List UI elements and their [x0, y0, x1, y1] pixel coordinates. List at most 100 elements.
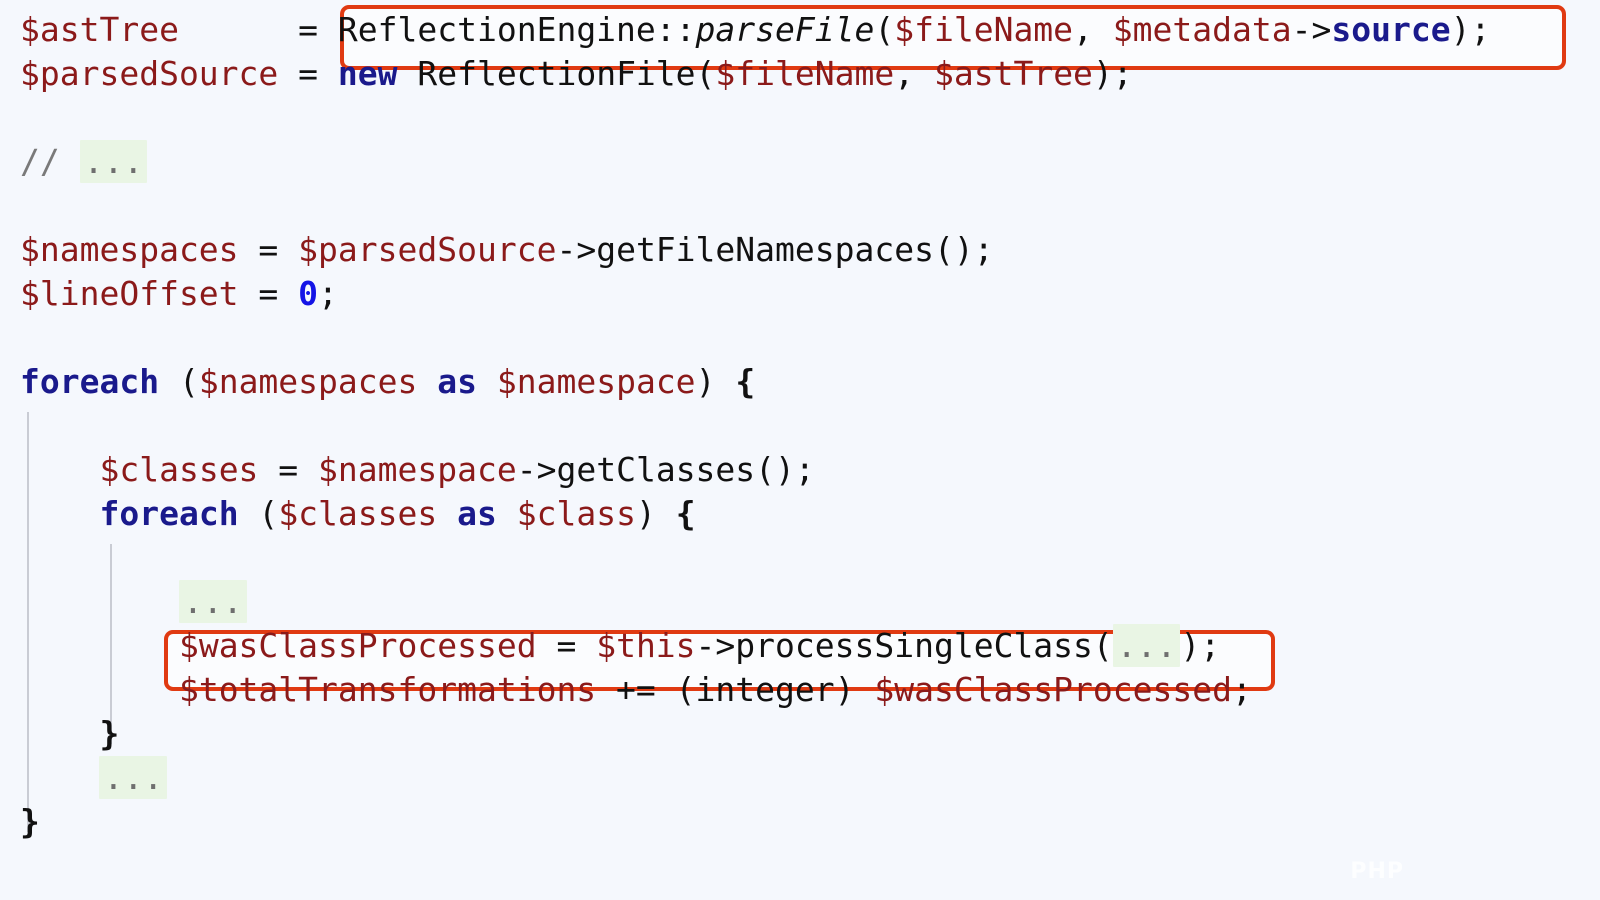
code-token: ( — [238, 494, 279, 533]
code-token: ) — [695, 362, 736, 401]
code-token: $wasClassProcessed — [178, 626, 557, 665]
code-token: $totalTransformations — [178, 670, 617, 709]
code-token: // — [20, 142, 80, 181]
code-token: } — [20, 802, 40, 841]
code-token: ); — [1180, 626, 1221, 665]
code-token: ) — [635, 494, 676, 533]
code-token: = — [298, 10, 338, 49]
code-line: $totalTransformations += (integer) $wasC… — [20, 668, 1490, 712]
code-token: $wasClassProcessed — [874, 670, 1232, 709]
code-token: $lineOffset — [20, 274, 259, 313]
code-token: ReflectionEngine — [337, 10, 656, 49]
code-token: $metadata — [1112, 10, 1292, 49]
code-token: ); — [1092, 54, 1133, 93]
code-token: += — [616, 670, 676, 709]
code-token: -> — [695, 626, 736, 665]
code-token: (integer) — [675, 670, 855, 709]
code-token: $namespaces — [198, 362, 418, 401]
code-token: $classes — [278, 494, 438, 533]
code-token: = — [298, 54, 338, 93]
code-token: $fileName — [715, 54, 895, 93]
code-token: $class — [516, 494, 636, 533]
code-line: foreach ($namespaces as $namespace) { — [20, 360, 1490, 404]
elided-code-token: ... — [1112, 624, 1181, 667]
code-token: , — [1073, 10, 1113, 49]
code-token: -> — [516, 450, 557, 489]
code-line: $classes = $namespace->getClasses(); — [20, 448, 1490, 492]
code-token: ; — [1231, 670, 1252, 709]
code-token: ; — [318, 274, 338, 313]
code-token: $parsedSource — [298, 230, 557, 269]
code-token: -> — [1291, 10, 1332, 49]
code-token: $astTree — [20, 10, 299, 49]
code-token: source — [1331, 10, 1451, 49]
code-token: $parsedSource — [20, 54, 299, 93]
code-token: ReflectionFile — [417, 54, 696, 93]
code-line: } — [20, 800, 1490, 844]
code-listing: $astTree = ReflectionEngine::parseFile($… — [20, 8, 1490, 844]
code-token: } — [99, 714, 120, 753]
code-line: ... — [20, 756, 1490, 800]
code-line: foreach ($classes as $class) { — [20, 492, 1490, 536]
code-token: getFileNamespaces — [596, 230, 934, 269]
code-line: $lineOffset = 0; — [20, 272, 1490, 316]
code-line: // ... — [20, 140, 1490, 184]
code-token: :: — [655, 10, 696, 49]
code-token: as — [457, 494, 497, 533]
code-token: $classes — [99, 450, 279, 489]
code-token: foreach — [99, 494, 239, 533]
code-token: (); — [933, 230, 994, 269]
code-token: as — [437, 362, 477, 401]
code-token: (); — [755, 450, 815, 489]
code-token: parseFile — [695, 10, 875, 49]
code-token: { — [735, 362, 756, 401]
code-line: $parsedSource = new ReflectionFile($file… — [20, 52, 1490, 96]
code-token: ( — [695, 54, 716, 93]
code-line: $astTree = ReflectionEngine::parseFile($… — [20, 8, 1490, 52]
code-token: foreach — [20, 362, 160, 401]
code-line: $wasClassProcessed = $this->processSingl… — [20, 624, 1490, 668]
code-token: getClasses — [556, 450, 756, 489]
watermark-label: PHP — [1350, 859, 1404, 884]
code-token: ( — [1092, 626, 1113, 665]
code-token: $astTree — [933, 54, 1093, 93]
code-token: ( — [874, 10, 895, 49]
elided-code-token: ... — [178, 580, 247, 623]
code-line: ... — [20, 580, 1490, 624]
code-token: $namespace — [318, 450, 517, 489]
code-line: } — [20, 712, 1490, 756]
code-token: , — [894, 54, 934, 93]
elided-code-token: ... — [99, 756, 168, 799]
code-token: = — [258, 274, 299, 313]
code-token: $this — [596, 626, 696, 665]
code-token: -> — [556, 230, 597, 269]
code-token: $fileName — [894, 10, 1074, 49]
elided-code-token: ... — [79, 140, 148, 183]
code-token: new — [337, 54, 398, 93]
code-token: = — [258, 230, 299, 269]
code-token: = — [278, 450, 319, 489]
code-token: processSingleClass — [735, 626, 1093, 665]
code-token: $namespace — [496, 362, 696, 401]
code-line: $namespaces = $parsedSource->getFileName… — [20, 228, 1490, 272]
code-token: 0 — [298, 274, 319, 313]
code-token: = — [556, 626, 597, 665]
code-screenshot-surface: $astTree = ReflectionEngine::parseFile($… — [0, 0, 1600, 900]
code-token: ( — [159, 362, 199, 401]
code-token: ); — [1450, 10, 1491, 49]
